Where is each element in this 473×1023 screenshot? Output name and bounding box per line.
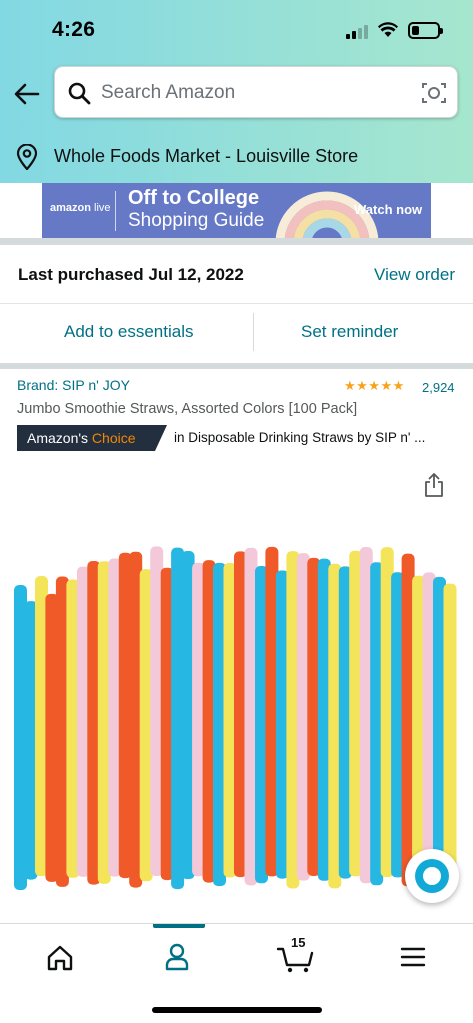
actions-divider [253, 313, 254, 351]
row-divider [0, 303, 473, 304]
choice-category-link[interactable]: in Disposable Drinking Straws by SIP n' … [174, 430, 425, 445]
banner-divider [115, 191, 116, 231]
home-indicator [152, 1007, 322, 1013]
alexa-icon [415, 859, 449, 893]
section-divider [0, 238, 473, 245]
search-icon [68, 82, 91, 105]
amazon-live-logo: amazon live [50, 202, 111, 214]
battery-icon [408, 22, 443, 39]
back-arrow-icon[interactable] [13, 80, 41, 108]
cellular-signal-icon [346, 23, 372, 39]
header: 4:26 Search Amazon Whole Foods Market - … [0, 0, 473, 183]
last-purchased-label: Last purchased Jul 12, 2022 [18, 265, 244, 284]
wifi-icon [378, 22, 398, 37]
section-divider [0, 363, 473, 369]
active-tab-indicator [153, 924, 205, 928]
status-time: 4:26 [52, 18, 96, 41]
cart-count: 15 [291, 935, 306, 950]
search-input[interactable]: Search Amazon [101, 82, 235, 104]
menu-icon[interactable] [393, 939, 433, 975]
location-label: Whole Foods Market - Louisville Store [54, 146, 359, 166]
banner-subtitle: Shopping Guide [128, 210, 265, 231]
brand-link[interactable]: Brand: SIP n' JOY [17, 377, 130, 393]
location-pin-icon [16, 144, 38, 170]
home-icon[interactable] [40, 939, 80, 975]
alexa-button[interactable] [405, 849, 459, 903]
view-order-link[interactable]: View order [374, 265, 455, 285]
product-image[interactable] [0, 505, 473, 905]
delivery-location[interactable]: Whole Foods Market - Louisville Store [0, 130, 473, 183]
amazons-choice-badge: Amazon's Choice [17, 425, 167, 451]
product-title: Jumbo Smoothie Straws, Assorted Colors [… [17, 401, 358, 417]
share-icon[interactable] [424, 473, 444, 497]
set-reminder-button[interactable]: Set reminder [301, 322, 398, 342]
add-to-essentials-button[interactable]: Add to essentials [64, 322, 193, 342]
status-bar: 4:26 [0, 0, 473, 60]
watch-now-link[interactable]: Watch now [354, 202, 422, 217]
star-rating[interactable]: ★★★★★ [344, 378, 405, 394]
review-count[interactable]: 2,924 [422, 380, 455, 395]
last-purchased-row: Last purchased Jul 12, 2022 View order [0, 246, 473, 301]
search-bar[interactable]: Search Amazon [54, 66, 458, 118]
purchase-actions: Add to essentials Set reminder [0, 310, 473, 355]
account-icon[interactable] [157, 939, 197, 975]
promo-banner[interactable]: amazon live Off to College Shopping Guid… [42, 183, 431, 238]
banner-title: Off to College [128, 187, 260, 209]
straw [443, 583, 457, 890]
camera-scan-icon[interactable] [421, 81, 447, 105]
